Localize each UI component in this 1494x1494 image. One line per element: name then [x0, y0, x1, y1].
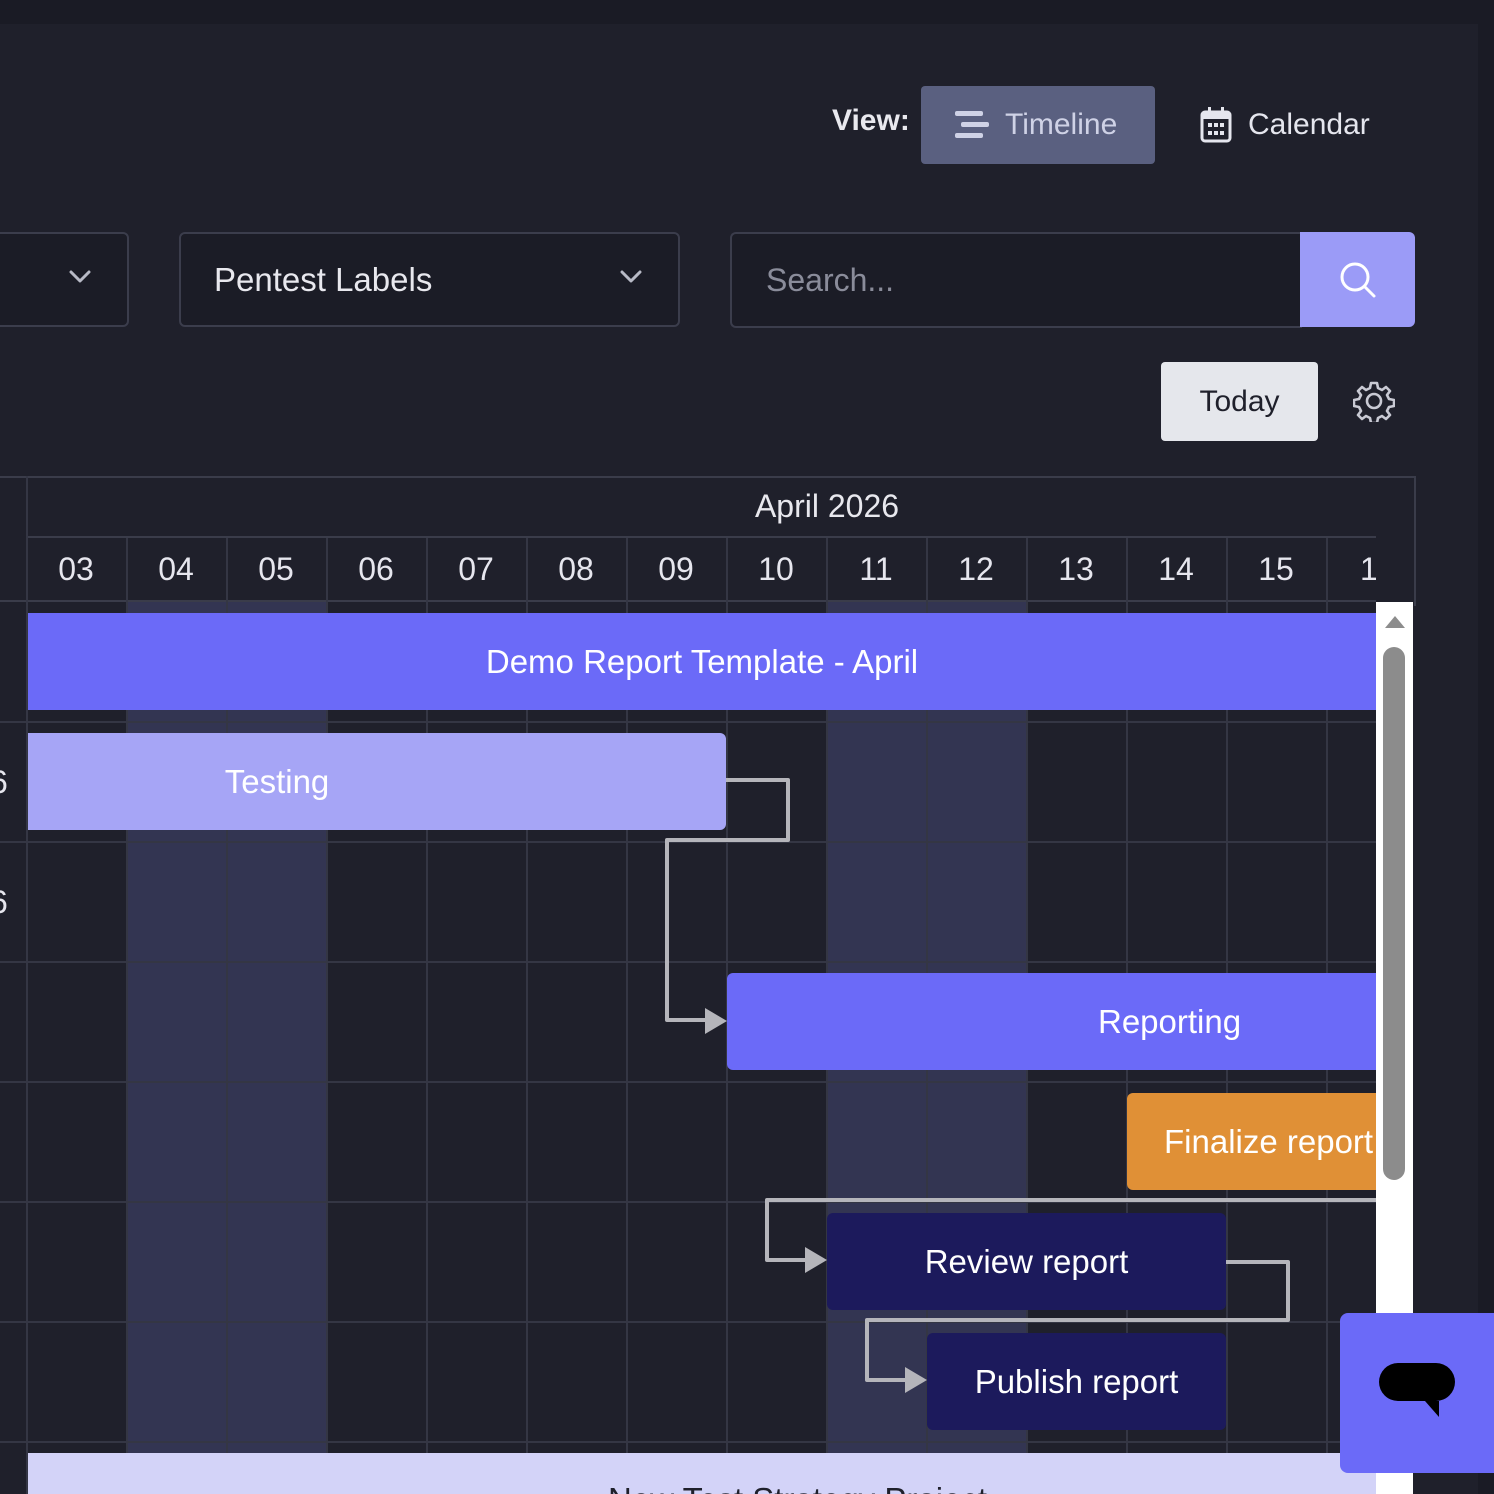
view-calendar-button[interactable]: Calendar — [1180, 86, 1400, 164]
row-label-fragment: 6 — [0, 764, 8, 801]
chat-widget-button[interactable] — [1340, 1313, 1494, 1473]
day-header: 16 — [1360, 550, 1376, 587]
grid-row-line — [0, 841, 1376, 843]
filter-dropdown[interactable] — [0, 232, 129, 327]
day-header: 14 — [1158, 550, 1194, 587]
grid-row-line — [0, 1201, 1376, 1203]
day-header: 07 — [458, 550, 494, 587]
window-top-edge — [0, 0, 1494, 24]
day-header: 13 — [1058, 550, 1094, 587]
grid-row-line — [0, 721, 1376, 723]
task-bar-reporting[interactable]: Reporting — [727, 973, 1376, 1070]
task-bar-finalize[interactable]: Finalize report — [1127, 1093, 1376, 1190]
grid-row-line — [0, 1321, 1376, 1323]
timeline-icon — [955, 111, 989, 138]
chat-bubble-icon — [1379, 1363, 1455, 1417]
search-input[interactable] — [730, 232, 1302, 328]
gear-icon[interactable] — [1353, 380, 1395, 422]
day-header: 06 — [358, 550, 394, 587]
day-header: 09 — [658, 550, 694, 587]
chevron-down-icon — [69, 270, 91, 283]
task-bar-testing[interactable]: Testing — [28, 733, 726, 830]
task-bar-project[interactable]: Demo Report Template - April — [28, 613, 1376, 710]
grid-row-line — [0, 961, 1376, 963]
grid-row-line — [0, 1441, 1376, 1443]
pentest-labels-dropdown[interactable]: Pentest Labels — [179, 232, 680, 327]
row-label-fragment: 6 — [0, 884, 8, 921]
day-header: 03 — [58, 550, 94, 587]
task-bar-next-project[interactable]: New Test Strategy Project — [28, 1453, 1376, 1494]
day-header: 12 — [958, 550, 994, 587]
pentest-labels-value: Pentest Labels — [214, 260, 433, 298]
gantt-border — [1414, 476, 1416, 606]
scroll-up-arrow-icon[interactable] — [1383, 614, 1407, 630]
scrollbar-thumb[interactable] — [1383, 647, 1405, 1180]
window-right-edge — [1478, 0, 1494, 1494]
grid-row-line — [0, 1081, 1376, 1083]
view-calendar-label: Calendar — [1248, 108, 1370, 141]
day-header: 08 — [558, 550, 594, 587]
search-button[interactable] — [1300, 232, 1415, 327]
day-header: 11 — [859, 550, 893, 587]
view-label: View: — [832, 104, 910, 137]
task-bar-review[interactable]: Review report — [827, 1213, 1226, 1310]
day-header: 05 — [258, 550, 294, 587]
task-bar-publish[interactable]: Publish report — [927, 1333, 1226, 1430]
calendar-icon — [1200, 107, 1232, 143]
search-icon — [1340, 262, 1375, 297]
month-header: April 2026 — [754, 488, 900, 524]
today-button[interactable]: Today — [1161, 362, 1318, 441]
day-header: 04 — [158, 550, 194, 587]
day-header: 10 — [758, 550, 794, 587]
chevron-down-icon — [620, 270, 642, 283]
view-timeline-button[interactable]: Timeline — [921, 86, 1155, 164]
day-header: 15 — [1258, 550, 1294, 587]
view-timeline-label: Timeline — [1005, 108, 1118, 141]
